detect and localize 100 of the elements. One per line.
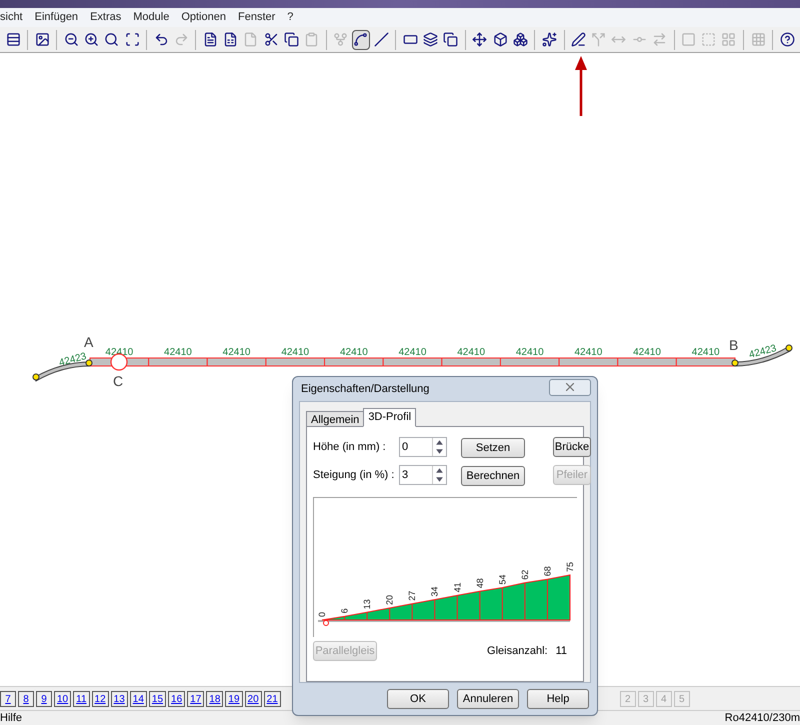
data-label: 27 bbox=[407, 590, 418, 601]
square-icon bbox=[681, 32, 696, 47]
page-tab[interactable]: 16 bbox=[168, 690, 186, 706]
pen-icon bbox=[571, 32, 586, 47]
sparkle-button[interactable] bbox=[540, 30, 558, 50]
page-tab[interactable]: 14 bbox=[130, 690, 147, 706]
magnifier-icon bbox=[104, 32, 120, 47]
action-button[interactable]: Brücke bbox=[553, 437, 591, 457]
fork-icon bbox=[333, 32, 348, 47]
track-label: 42410 bbox=[692, 347, 720, 358]
marker-label: C bbox=[113, 373, 124, 389]
data-label: 6 bbox=[340, 608, 350, 614]
dialog-tab[interactable]: 3D-Profil bbox=[363, 408, 416, 427]
endpoint-label: B bbox=[729, 337, 738, 353]
line-icon bbox=[374, 32, 389, 47]
track-label: 42423 bbox=[748, 343, 778, 361]
spin-field[interactable]: 3 bbox=[399, 465, 447, 485]
dialog-button[interactable]: Annuleren bbox=[457, 689, 519, 709]
track-label: 42410 bbox=[340, 347, 368, 358]
data-label: 62 bbox=[520, 570, 530, 580]
menu-item[interactable]: Einfügen bbox=[34, 9, 78, 26]
track-label: 42410 bbox=[105, 347, 134, 358]
move-button[interactable] bbox=[470, 30, 489, 50]
page-icon bbox=[243, 32, 258, 47]
document-icon bbox=[202, 32, 218, 47]
dialog-button[interactable]: Help bbox=[527, 689, 589, 709]
start-marker bbox=[323, 620, 329, 626]
annotation-arrow bbox=[575, 56, 587, 116]
copy-button[interactable] bbox=[282, 30, 300, 50]
track-label: 42410 bbox=[398, 347, 426, 358]
page-tab[interactable]: 20 bbox=[244, 690, 262, 706]
data-label: 48 bbox=[474, 578, 485, 588]
boxes-icon bbox=[512, 32, 528, 47]
close-button[interactable] bbox=[549, 378, 591, 396]
page-tab[interactable]: 12 bbox=[92, 690, 109, 706]
spin-up-icon bbox=[433, 466, 446, 475]
menu-item[interactable]: Extras bbox=[90, 9, 122, 26]
menu-item[interactable]: Module bbox=[133, 9, 170, 26]
cut-icon bbox=[264, 32, 279, 47]
grid-icon bbox=[721, 32, 736, 47]
dialog-tab[interactable]: Allgemein bbox=[306, 411, 364, 427]
track-label: 42410 bbox=[457, 347, 486, 358]
data-label: 41 bbox=[452, 582, 462, 592]
box-icon bbox=[492, 32, 508, 47]
field-label: Höhe (in mm) : bbox=[313, 440, 387, 455]
data-label: 0 bbox=[317, 612, 327, 617]
list-icon bbox=[6, 32, 21, 47]
page-tab[interactable]: 10 bbox=[54, 690, 72, 706]
status-text: Ro42410/230m bbox=[724, 710, 800, 725]
spin-up-icon bbox=[433, 438, 446, 447]
paste-icon bbox=[304, 32, 320, 47]
close-icon bbox=[566, 383, 574, 391]
status-text: Hilfe bbox=[0, 710, 22, 725]
pen-button[interactable] bbox=[569, 30, 588, 50]
spin-field[interactable]: 0 bbox=[399, 437, 447, 457]
page-tab[interactable]: 15 bbox=[148, 690, 166, 706]
move-icon bbox=[472, 32, 488, 47]
page-tab[interactable]: 7 bbox=[0, 690, 16, 706]
track-label: 42410 bbox=[633, 347, 661, 358]
fit-view-icon bbox=[124, 32, 140, 47]
dialog-title: Eigenschaften/Darstellung bbox=[300, 382, 430, 397]
curve-button[interactable] bbox=[352, 30, 370, 50]
page-tab[interactable]: 8 bbox=[18, 690, 34, 706]
dialog-button[interactable]: OK bbox=[387, 689, 449, 709]
arrows-icon bbox=[652, 32, 667, 47]
rectangle-icon bbox=[402, 32, 418, 47]
squares-icon bbox=[443, 32, 458, 47]
line-button[interactable] bbox=[372, 30, 390, 50]
data-label: 54 bbox=[497, 574, 508, 585]
menu-item[interactable]: sicht bbox=[0, 9, 23, 26]
page-tab[interactable]: 13 bbox=[110, 690, 128, 706]
grid-icon bbox=[750, 32, 766, 47]
page-tab[interactable]: 19 bbox=[225, 690, 243, 706]
page-tab[interactable]: 18 bbox=[206, 690, 224, 706]
track-label: 42410 bbox=[281, 347, 310, 358]
sheet-icon bbox=[223, 32, 238, 47]
redo-icon bbox=[174, 32, 189, 47]
menu-item[interactable]: Fenster bbox=[238, 9, 276, 26]
zoom-in-icon bbox=[84, 32, 100, 47]
action-button[interactable]: Berechnen bbox=[461, 466, 525, 486]
track-label: 42410 bbox=[164, 347, 192, 358]
data-label: 75 bbox=[565, 562, 575, 572]
zoom-out-icon bbox=[64, 32, 79, 47]
data-label: 34 bbox=[430, 586, 440, 597]
action-button[interactable]: Setzen bbox=[461, 438, 525, 458]
help-icon bbox=[780, 32, 795, 47]
page-tab[interactable]: 21 bbox=[264, 690, 281, 706]
data-label: 13 bbox=[362, 599, 372, 610]
data-label: 20 bbox=[384, 594, 395, 605]
track-label: 42423 bbox=[58, 351, 88, 369]
page-tab[interactable]: 17 bbox=[187, 690, 204, 706]
landscape-icon bbox=[34, 32, 50, 47]
squares-button[interactable] bbox=[442, 30, 460, 50]
layers-icon bbox=[422, 32, 438, 47]
page-tab[interactable]: 9 bbox=[36, 690, 52, 706]
layers-button[interactable] bbox=[421, 30, 440, 50]
help-button[interactable] bbox=[778, 30, 796, 50]
page-tab[interactable]: 11 bbox=[73, 690, 90, 706]
menu-item[interactable]: ? bbox=[287, 9, 294, 26]
menu-item[interactable]: Optionen bbox=[181, 9, 226, 26]
